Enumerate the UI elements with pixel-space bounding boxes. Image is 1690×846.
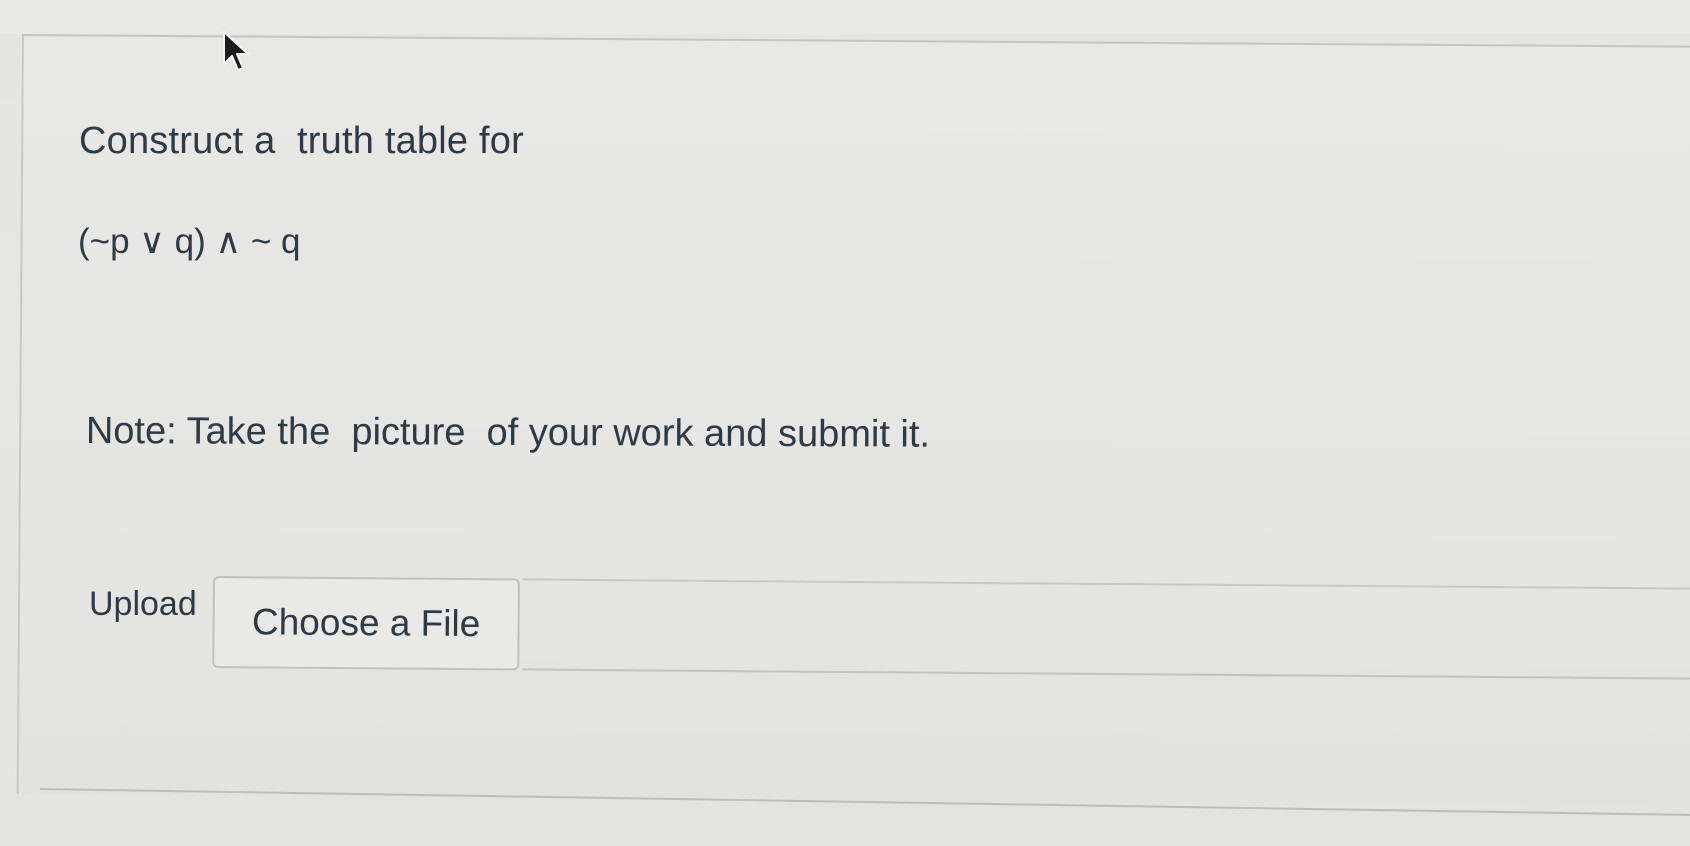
choose-file-button[interactable]: Choose a File	[212, 576, 520, 671]
upload-label: Upload	[89, 585, 197, 623]
file-upload-field[interactable]: Choose a File	[212, 576, 1690, 682]
question-formula: (~p ∨ q) ∧ ~ q	[78, 222, 301, 261]
question-note: Note: Take the picture of your work and …	[85, 410, 931, 456]
question-prompt: Construct a truth table for	[79, 120, 524, 162]
mouse-pointer-icon	[223, 31, 249, 71]
top-strip	[0, 0, 1690, 34]
